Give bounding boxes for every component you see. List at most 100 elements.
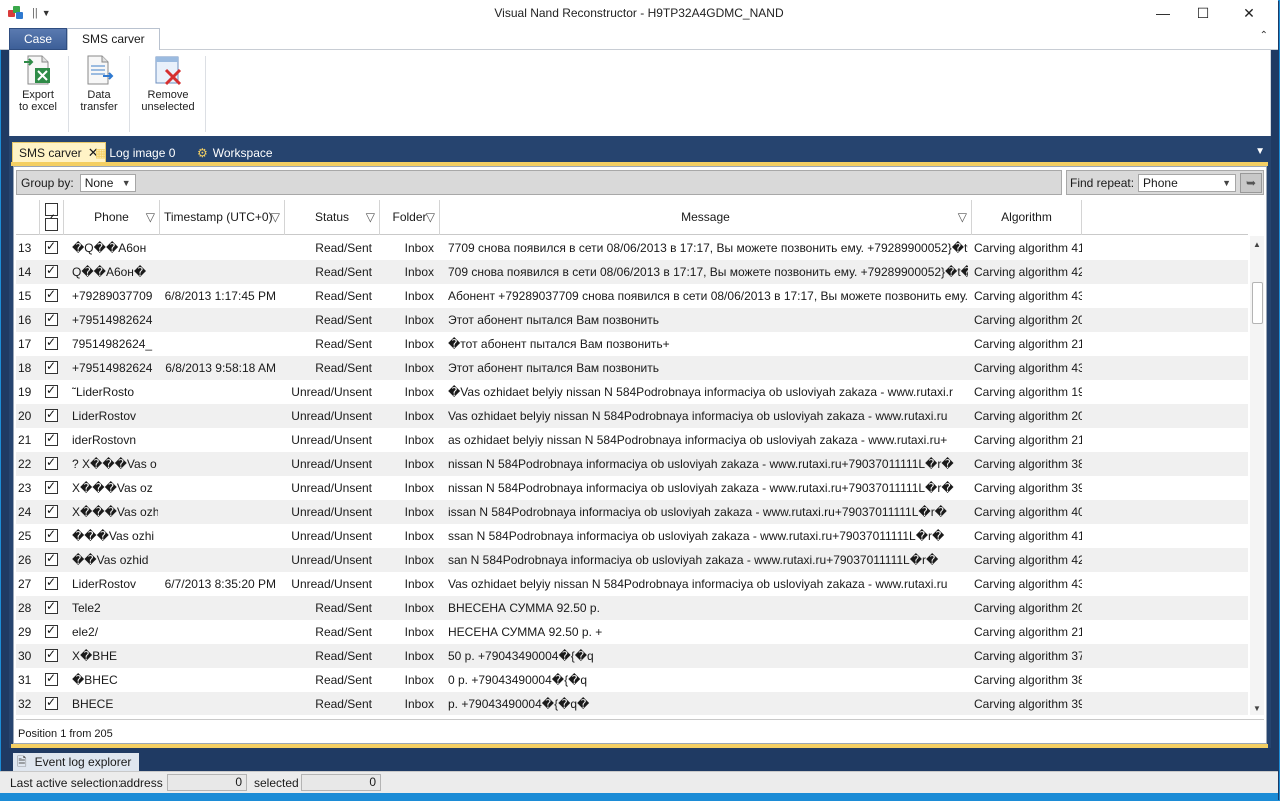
table-row[interactable]: 29 ele2/Read/Sent Inbox НЕСЕНА СУММА 92.50 …: [16, 620, 1248, 644]
cell-folder: Inbox: [404, 625, 434, 639]
cell-phone: ���Vas ozhi: [72, 529, 155, 543]
row-number: 19: [18, 385, 32, 399]
table-row[interactable]: 32 ВНЕСЕ Read/Sent Inbox р. +79043490004�{�…: [16, 692, 1248, 715]
cell-message: ВНЕСЕНА СУММА 92.50 р.: [448, 601, 600, 615]
find-repeat-go-button[interactable]: ➥: [1240, 172, 1263, 193]
doc-tab-log-label: Log image 0: [109, 145, 176, 160]
table-row[interactable]: 21 iderRostovn Unread/Unsent Inbox as ozhida…: [16, 428, 1248, 452]
filter-icon[interactable]: ▽: [366, 200, 375, 235]
group-by-select[interactable]: None ▼: [79, 173, 136, 192]
select-all-checkbox[interactable]: [45, 201, 58, 236]
row-checkbox[interactable]: [45, 311, 58, 326]
grid-footer-divider: [16, 719, 1264, 720]
filter-icon[interactable]: ▽: [426, 200, 435, 235]
column-header-folder[interactable]: Folder ▽: [380, 200, 440, 235]
table-row[interactable]: 31 �ВНЕС Read/Sent Inbox 0 р. +79043490004�{…: [16, 668, 1248, 692]
row-checkbox[interactable]: [45, 695, 58, 710]
maximize-button[interactable]: ☐: [1180, 0, 1226, 26]
column-header-status[interactable]: Status ▽: [285, 200, 380, 235]
column-header-message[interactable]: Message ▽: [440, 200, 972, 235]
row-number: 27: [18, 577, 32, 591]
column-header-timestamp[interactable]: Timestamp (UTC+0) ▽: [160, 200, 285, 235]
row-checkbox[interactable]: [45, 503, 58, 518]
cell-status: Read/Sent: [315, 361, 372, 375]
cell-status: Unread/Unsent: [291, 529, 372, 543]
remove-unselected-button[interactable]: Remove unselected: [136, 54, 200, 113]
vertical-scrollbar[interactable]: ▲ ▼: [1250, 236, 1264, 715]
cell-status: Unread/Unsent: [291, 577, 372, 591]
table-row[interactable]: 24 X���Vas ozh Unread/Unsent Inbox issan N 5…: [16, 500, 1248, 524]
row-checkbox[interactable]: [45, 287, 58, 302]
cell-folder: Inbox: [404, 313, 434, 327]
filter-icon[interactable]: ▽: [146, 200, 155, 235]
cell-folder: Inbox: [404, 433, 434, 447]
row-checkbox[interactable]: [45, 623, 58, 638]
row-checkbox[interactable]: [45, 479, 58, 494]
column-header-phone[interactable]: Phone ▽: [64, 200, 160, 235]
cell-algorithm: Carving algorithm 43: [974, 289, 1082, 303]
table-row[interactable]: 19 ˜LiderRosto Unread/Unsent Inbox �Vas ozhi…: [16, 380, 1248, 404]
deselect-all-checkbox[interactable]: [45, 218, 58, 231]
cell-phone: X���Vas ozh: [72, 505, 158, 519]
cell-timestamp: [160, 476, 285, 500]
row-checkbox[interactable]: [45, 527, 58, 542]
table-row[interactable]: 14 Q��A6он� Read/Sent Inbox 709 снова появил…: [16, 260, 1248, 284]
tab-menu-icon[interactable]: ▼: [1255, 146, 1265, 157]
table-row[interactable]: 28 Tele2 Read/Sent Inbox ВНЕСЕНА СУММА 92.50…: [16, 596, 1248, 620]
cell-message: ssan N 584Podrobnaya informaciya ob uslo…: [448, 529, 945, 543]
row-checkbox[interactable]: [45, 599, 58, 614]
row-number: 26: [18, 553, 32, 567]
row-checkbox[interactable]: [45, 335, 58, 350]
table-row[interactable]: 26 ��Vas ozhid Unread/Unsent Inbox san N 584…: [16, 548, 1248, 572]
scroll-up-icon[interactable]: ▲: [1253, 240, 1261, 249]
table-row[interactable]: 27 LiderRostov 6/7/2013 8:35:20 PM Unread/U…: [16, 572, 1248, 596]
row-checkbox[interactable]: [45, 407, 58, 422]
doc-tab-workspace[interactable]: ⚙ Workspace: [191, 142, 279, 163]
sms-carver-panel: Group by: None ▼ Find repeat: Phone ▼ ➥ …: [13, 166, 1267, 744]
row-checkbox[interactable]: [45, 647, 58, 662]
table-row[interactable]: 17 79514982624_ Read/Sent Inbox �тот абонент…: [16, 332, 1248, 356]
column-header-algorithm[interactable]: Algorithm: [972, 200, 1082, 235]
cell-algorithm: Carving algorithm 38: [974, 673, 1082, 687]
table-row[interactable]: 23 X���Vas oz Unread/Unsent Inbox nissan N …: [16, 476, 1248, 500]
table-row[interactable]: 25 ���Vas ozhi Unread/Unsent Inbox ssan N 58…: [16, 524, 1248, 548]
row-number: 15: [18, 289, 32, 303]
cell-message: Этот абонент пытался Вам позвонить: [448, 361, 659, 375]
row-checkbox[interactable]: [45, 551, 58, 566]
row-checkbox[interactable]: [45, 455, 58, 470]
table-row[interactable]: 18 +79514982624 6/8/2013 9:58:18 AM Read/Se…: [16, 356, 1248, 380]
cell-message: Vas ozhidaet belyiy nissan N 584Podrobna…: [448, 409, 948, 423]
row-checkbox[interactable]: [45, 671, 58, 686]
table-row[interactable]: 15 +79289037709 6/8/2013 1:17:45 PM Read/Se…: [16, 284, 1248, 308]
row-checkbox[interactable]: [45, 383, 58, 398]
scrollbar-thumb[interactable]: [1252, 282, 1263, 324]
chevron-down-icon: ▼: [121, 177, 131, 188]
filter-icon[interactable]: ▽: [958, 200, 967, 235]
collapse-ribbon-icon[interactable]: ⌃: [1260, 30, 1268, 41]
event-log-explorer-tab[interactable]: 🗎 Event log explorer: [13, 753, 140, 771]
scroll-down-icon[interactable]: ▼: [1253, 704, 1261, 713]
table-row[interactable]: 16 +79514982624 Read/Sent Inbox Этот абонент…: [16, 308, 1248, 332]
table-row[interactable]: 30 X�ВНЕ Read/Sent Inbox 50 р. +79043490004�…: [16, 644, 1248, 668]
cell-algorithm: Carving algorithm 38: [974, 457, 1082, 471]
row-checkbox[interactable]: [45, 431, 58, 446]
table-row[interactable]: 13 �Q��A6он Read/Sent Inbox 7709 снова появи…: [16, 236, 1248, 260]
tab-case[interactable]: Case: [9, 28, 68, 50]
close-button[interactable]: ✕: [1226, 0, 1272, 26]
cell-algorithm: Carving algorithm 37: [974, 649, 1082, 663]
tab-sms-carver[interactable]: SMS carver: [67, 28, 160, 51]
cell-message: nissan N 584Podrobnaya informaciya ob us…: [448, 481, 954, 495]
row-checkbox[interactable]: [45, 263, 58, 278]
row-checkbox[interactable]: [45, 575, 58, 590]
quick-access-dropdown-icon[interactable]: ▼: [42, 8, 51, 18]
filter-icon[interactable]: ▽: [271, 200, 280, 235]
row-checkbox[interactable]: [45, 359, 58, 374]
row-checkbox[interactable]: [45, 239, 58, 254]
doc-tab-log-image[interactable]: ▦ Log image 0: [89, 142, 181, 163]
cell-phone: ˜LiderRosto: [72, 385, 135, 399]
data-transfer-button[interactable]: Data transfer: [74, 54, 124, 113]
table-row[interactable]: 22 ? X���Vas o Unread/Unsent Inbox nissan N…: [16, 452, 1248, 476]
table-row[interactable]: 20 LiderRostov Unread/Unsent Inbox Vas ozhid…: [16, 404, 1248, 428]
export-to-excel-button[interactable]: Export to excel: [14, 54, 62, 113]
find-repeat-select[interactable]: Phone ▼: [1138, 173, 1237, 192]
